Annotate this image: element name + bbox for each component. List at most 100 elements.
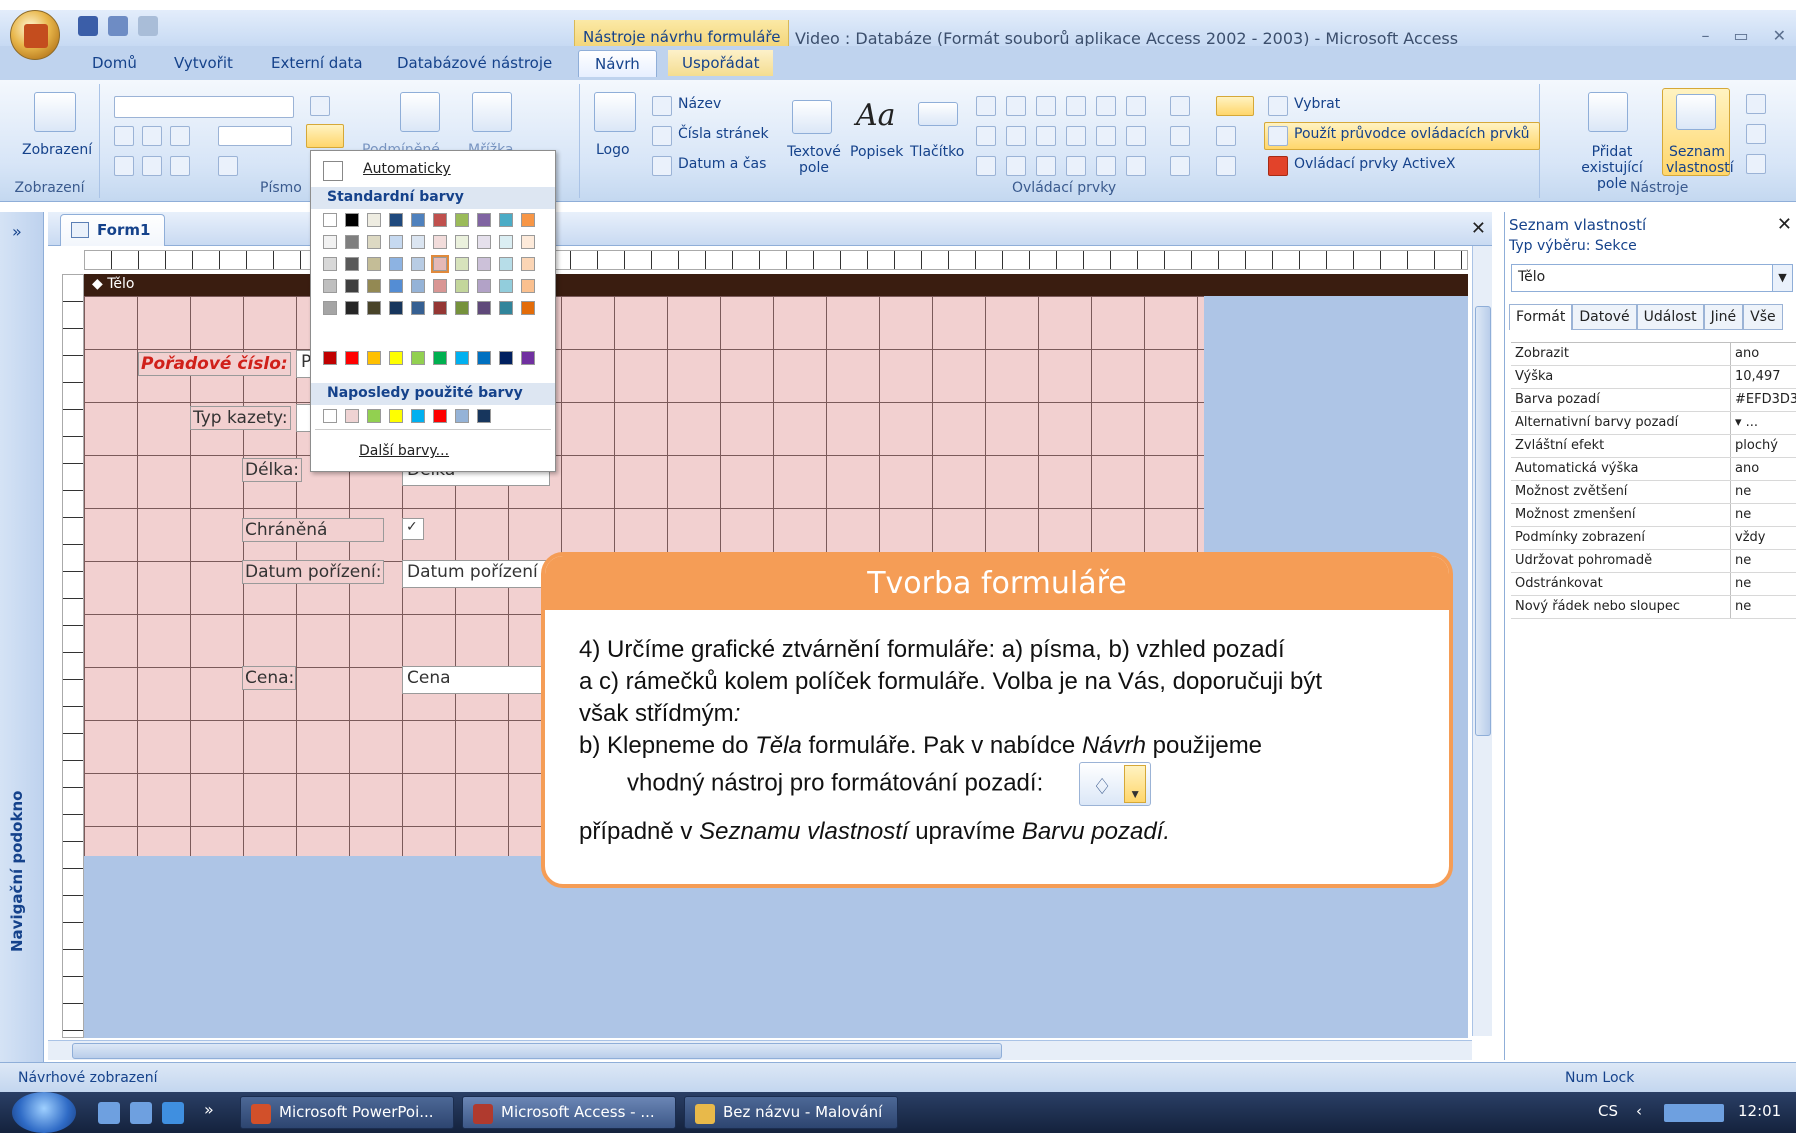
property-row[interactable]: Odstránkovat ne — [1511, 573, 1796, 596]
color-swatch[interactable] — [477, 213, 491, 227]
section-bar[interactable]: ◆ Tělo — [84, 274, 1468, 296]
property-sheet-button[interactable]: Seznam vlastností — [1666, 144, 1734, 176]
image-icon[interactable] — [1096, 126, 1116, 146]
close-document-button[interactable]: ✕ — [1471, 218, 1486, 239]
color-swatch[interactable] — [477, 279, 491, 293]
color-swatch[interactable] — [433, 235, 447, 249]
color-swatch[interactable] — [389, 235, 403, 249]
color-swatch[interactable] — [411, 235, 425, 249]
hyperlink-icon[interactable] — [1126, 126, 1146, 146]
recent-color-swatch[interactable] — [455, 409, 469, 423]
chart-icon[interactable] — [1096, 96, 1116, 116]
color-swatch[interactable] — [411, 213, 425, 227]
field-datum-porizeni[interactable]: Datum pořízení — [402, 560, 550, 588]
recent-color-swatch[interactable] — [411, 409, 425, 423]
color-swatch[interactable] — [345, 279, 359, 293]
insert-page-break-icon[interactable] — [1066, 96, 1086, 116]
color-swatch[interactable] — [521, 257, 535, 271]
color-swatch[interactable] — [323, 351, 337, 365]
list-box-icon[interactable] — [976, 126, 996, 146]
color-swatch[interactable] — [477, 351, 491, 365]
property-row[interactable]: Možnost zvětšení ne — [1511, 481, 1796, 504]
property-icon[interactable] — [1216, 126, 1236, 146]
show-desktop-icon[interactable] — [98, 1102, 120, 1124]
color-swatch[interactable] — [367, 235, 381, 249]
nav-expand-button[interactable]: » — [12, 222, 22, 241]
color-swatch[interactable] — [367, 213, 381, 227]
tab-control-icon[interactable] — [1036, 96, 1056, 116]
page-numbers-button[interactable]: Čísla stránek — [678, 126, 769, 142]
taskbar-item-paint[interactable]: Bez názvu - Malování — [684, 1096, 898, 1129]
color-swatch[interactable] — [345, 301, 359, 315]
toggle-button-icon[interactable] — [1066, 156, 1086, 176]
redo-icon[interactable] — [138, 16, 158, 36]
color-swatch[interactable] — [345, 351, 359, 365]
switch-windows-icon[interactable] — [130, 1102, 152, 1124]
controls-gallery-icon[interactable] — [1216, 96, 1254, 116]
undo-icon[interactable] — [108, 16, 128, 36]
tab-order-icon[interactable] — [1216, 156, 1236, 176]
color-swatch[interactable] — [521, 351, 535, 365]
color-swatch[interactable] — [323, 301, 337, 315]
page-icon[interactable] — [1126, 156, 1146, 176]
color-swatch[interactable] — [367, 351, 381, 365]
color-swatch[interactable] — [455, 301, 469, 315]
color-swatch[interactable] — [499, 301, 513, 315]
language-indicator[interactable]: CS — [1598, 1102, 1618, 1120]
color-swatch[interactable] — [455, 235, 469, 249]
recent-color-swatch[interactable] — [345, 409, 359, 423]
color-swatch[interactable] — [499, 213, 513, 227]
save-icon[interactable] — [78, 16, 98, 36]
fill-color-icon[interactable] — [306, 124, 344, 148]
align-left-icon[interactable] — [114, 156, 134, 176]
color-swatch[interactable] — [367, 301, 381, 315]
color-swatch[interactable] — [389, 257, 403, 271]
recent-color-swatch[interactable] — [323, 409, 337, 423]
property-row[interactable]: Barva pozadí #EFD3D3 — [1511, 389, 1796, 412]
option-button-icon[interactable] — [1036, 156, 1056, 176]
tab-other[interactable]: Jiné — [1703, 304, 1744, 330]
checkbox-icon[interactable] — [1036, 126, 1056, 146]
tab-format[interactable]: Formát — [1509, 304, 1573, 330]
activex-button[interactable]: Ovládací prvky ActiveX — [1294, 156, 1455, 172]
attachment-icon[interactable] — [1096, 156, 1116, 176]
color-swatch[interactable] — [389, 213, 403, 227]
vertical-scrollbar[interactable] — [1472, 246, 1492, 1036]
line-thickness-icon[interactable] — [1170, 96, 1190, 116]
label-cena[interactable]: Cena: — [242, 666, 296, 690]
color-swatch[interactable] — [433, 301, 447, 315]
format-painter-icon[interactable] — [218, 156, 238, 176]
checkbox-chranena[interactable]: ✓ — [402, 518, 424, 540]
navigation-pane[interactable]: » Navigační podokno — [0, 212, 44, 1062]
label-poradove-cislo[interactable]: Pořadové číslo: — [138, 352, 291, 376]
title-button[interactable]: Název — [678, 96, 721, 112]
color-swatch[interactable] — [411, 351, 425, 365]
label-typ-kazety[interactable]: Typ kazety: — [190, 406, 291, 430]
color-swatch[interactable] — [323, 279, 337, 293]
color-swatch[interactable] — [499, 235, 513, 249]
color-swatch[interactable] — [499, 351, 513, 365]
tab-database-tools[interactable]: Databázové nástroje — [397, 54, 552, 72]
field-cena[interactable]: Cena — [402, 666, 550, 694]
horizontal-scroll-thumb[interactable] — [72, 1043, 1002, 1059]
option-group-icon[interactable] — [1066, 126, 1086, 146]
color-swatch[interactable] — [411, 301, 425, 315]
underline-icon[interactable] — [170, 126, 190, 146]
color-swatch[interactable] — [455, 351, 469, 365]
subform-icon[interactable] — [1126, 96, 1146, 116]
taskbar-chevron[interactable]: » — [204, 1100, 214, 1119]
tab-home[interactable]: Domů — [92, 54, 137, 72]
color-swatch[interactable] — [455, 279, 469, 293]
color-swatch[interactable] — [499, 279, 513, 293]
color-swatch[interactable] — [521, 301, 535, 315]
color-swatch[interactable] — [477, 257, 491, 271]
property-row[interactable]: Zvláštní efekt plochý — [1511, 435, 1796, 458]
color-swatch[interactable] — [367, 279, 381, 293]
tab-data[interactable]: Datové — [1572, 304, 1637, 330]
gridlines-icon[interactable] — [472, 92, 512, 132]
color-swatch[interactable] — [411, 257, 425, 271]
color-swatch[interactable] — [477, 301, 491, 315]
recent-color-swatch[interactable] — [477, 409, 491, 423]
subform-convert-icon[interactable] — [1746, 154, 1766, 174]
more-colors-link[interactable]: Další barvy... — [359, 443, 449, 459]
